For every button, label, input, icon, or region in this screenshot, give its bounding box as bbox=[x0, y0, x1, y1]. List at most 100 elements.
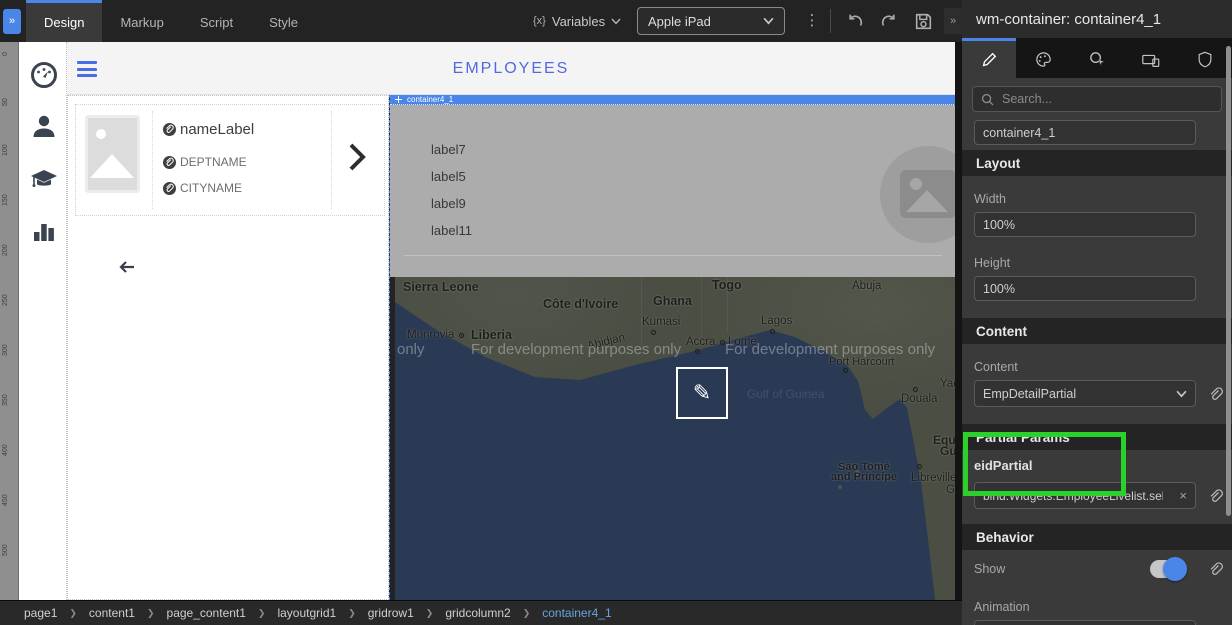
variables-menu[interactable]: {x} Variables bbox=[533, 0, 621, 42]
width-input[interactable] bbox=[974, 212, 1196, 237]
properties-panel: wm-container: container4_1 bbox=[962, 0, 1232, 625]
container-label[interactable]: label7 bbox=[431, 142, 466, 157]
ruler-mark: 350 bbox=[2, 394, 9, 406]
collapse-left-icon[interactable]: » bbox=[3, 9, 21, 34]
search-input[interactable] bbox=[1000, 91, 1213, 107]
ruler-mark: 250 bbox=[2, 294, 9, 306]
palette-icon bbox=[1034, 50, 1053, 69]
save-icon bbox=[913, 11, 934, 32]
breadcrumb: page1 ❯ content1 ❯ page_content1 ❯ layou… bbox=[0, 600, 962, 625]
user-icon[interactable] bbox=[29, 112, 59, 142]
map-label-city: Kumasi bbox=[642, 316, 680, 328]
more-options-icon[interactable]: ⋮ bbox=[804, 8, 820, 34]
clear-icon[interactable]: × bbox=[1179, 488, 1187, 503]
shield-icon bbox=[1196, 50, 1214, 69]
map-label-country: Guinea bbox=[940, 444, 955, 458]
education-cap-icon[interactable] bbox=[29, 164, 59, 194]
bind-link-icon bbox=[163, 123, 176, 136]
breadcrumb-item-current[interactable]: container4_1 bbox=[542, 606, 611, 620]
map-label-city: Yao bbox=[940, 378, 955, 390]
canvas-right-gutter bbox=[955, 42, 962, 600]
device-selector[interactable]: Apple iPad bbox=[637, 7, 785, 35]
breadcrumb-separator: ❯ bbox=[426, 608, 434, 619]
tab-inspect[interactable] bbox=[1070, 38, 1124, 78]
selection-tag: container4_1 bbox=[407, 95, 453, 105]
bar-chart-icon[interactable] bbox=[29, 216, 59, 246]
panel-resize-arrow-icon[interactable] bbox=[118, 260, 135, 274]
map-island bbox=[838, 485, 842, 489]
map-marker bbox=[913, 387, 918, 392]
bind-property-icon[interactable] bbox=[1206, 560, 1224, 578]
map-label-country: Ghana bbox=[653, 294, 692, 308]
height-input[interactable] bbox=[974, 276, 1196, 301]
map-label-city: Abuja bbox=[852, 280, 881, 292]
ruler-mark: 400 bbox=[2, 444, 9, 456]
breadcrumb-item[interactable]: content1 bbox=[89, 606, 135, 620]
container-label[interactable]: label9 bbox=[431, 196, 466, 211]
map-marker bbox=[459, 333, 464, 338]
tab-design[interactable]: Design bbox=[26, 0, 102, 42]
map-island bbox=[887, 375, 897, 383]
chevron-down-icon bbox=[763, 17, 774, 25]
widget-name-input[interactable] bbox=[974, 120, 1196, 145]
tab-properties[interactable] bbox=[962, 38, 1016, 78]
image-placeholder-icon bbox=[900, 170, 956, 218]
pencil-icon bbox=[980, 51, 998, 69]
ruler-mark: 150 bbox=[2, 194, 9, 206]
map-label-city: Lagos bbox=[761, 315, 792, 327]
property-search[interactable] bbox=[972, 86, 1222, 112]
map-label-city: Ga bbox=[946, 484, 955, 496]
tab-security[interactable] bbox=[1178, 38, 1232, 78]
map-label-water: Gulf of Guinea bbox=[747, 387, 824, 401]
tab-devices[interactable] bbox=[1124, 38, 1178, 78]
move-icon bbox=[395, 96, 402, 103]
ruler-mark: 450 bbox=[2, 494, 9, 506]
map-label-city: Monrovia bbox=[407, 329, 454, 341]
tab-style[interactable]: Style bbox=[251, 0, 316, 42]
redo-button[interactable] bbox=[876, 8, 902, 34]
tab-styles[interactable] bbox=[1016, 38, 1070, 78]
breadcrumb-item[interactable]: layoutgrid1 bbox=[277, 606, 336, 620]
employee-list-item[interactable]: nameLabel DEPTNAME CITYNAME bbox=[75, 104, 385, 216]
breadcrumb-item[interactable]: gridrow1 bbox=[368, 606, 414, 620]
panel-scrollbar[interactable] bbox=[1226, 46, 1231, 516]
container-body[interactable]: label7 label5 label9 label11 bbox=[390, 105, 956, 277]
mode-tabs: Design Markup Script Style bbox=[26, 0, 316, 42]
map-label-country: Sierra Leone bbox=[403, 280, 479, 294]
container-label[interactable]: label5 bbox=[431, 169, 466, 184]
dept-label-row: DEPTNAME bbox=[163, 155, 247, 169]
panel-expand-icon[interactable]: » bbox=[944, 8, 962, 34]
toolbar-divider bbox=[830, 9, 831, 33]
undo-icon bbox=[845, 11, 865, 31]
breadcrumb-item[interactable]: page_content1 bbox=[167, 606, 246, 620]
tab-markup[interactable]: Markup bbox=[102, 0, 181, 42]
bind-property-icon[interactable] bbox=[1206, 385, 1224, 403]
breadcrumb-item[interactable]: gridcolumn2 bbox=[445, 606, 510, 620]
ruler-mark: 0 bbox=[2, 52, 9, 56]
selection-header[interactable]: container4_1 bbox=[390, 95, 956, 105]
map-marker bbox=[770, 329, 775, 334]
map-marker bbox=[651, 330, 656, 335]
bind-link-icon bbox=[163, 156, 176, 169]
animation-select[interactable] bbox=[974, 620, 1196, 625]
bind-property-icon[interactable] bbox=[1206, 487, 1224, 505]
map-label-city: Accra bbox=[686, 336, 715, 348]
employee-list-panel: nameLabel DEPTNAME CITYNAME bbox=[67, 95, 389, 600]
container-label[interactable]: label11 bbox=[431, 223, 472, 238]
breadcrumb-item[interactable]: page1 bbox=[24, 606, 57, 620]
section-behavior: Behavior bbox=[962, 524, 1232, 550]
map-border-line bbox=[641, 277, 642, 349]
search-icon bbox=[981, 93, 994, 106]
properties-body: Layout Width Height Content Content EmpD… bbox=[962, 78, 1232, 625]
map-label-island: and Príncipe bbox=[831, 471, 897, 483]
dashboard-gauge-icon[interactable] bbox=[29, 60, 59, 90]
show-toggle[interactable] bbox=[1150, 560, 1184, 578]
tab-script[interactable]: Script bbox=[182, 0, 251, 42]
undo-button[interactable] bbox=[842, 8, 868, 34]
save-button[interactable] bbox=[910, 8, 936, 34]
breadcrumb-separator: ❯ bbox=[523, 608, 531, 619]
google-map-widget[interactable]: Sierra Leone Côte d'Ivoire Ghana Kumasi … bbox=[395, 277, 955, 600]
chevron-right-icon[interactable] bbox=[346, 141, 368, 173]
map-edit-button[interactable]: ✎ bbox=[676, 367, 728, 419]
content-select[interactable]: EmpDetailPartial bbox=[974, 380, 1196, 407]
